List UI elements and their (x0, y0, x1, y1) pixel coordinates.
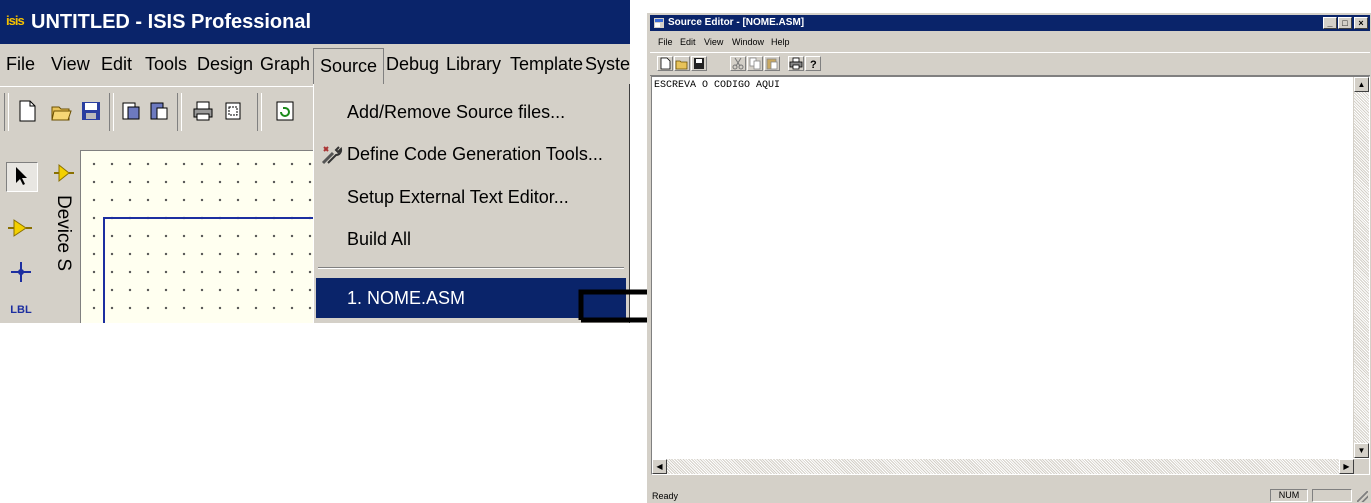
tools-icon (321, 146, 343, 165)
open-button[interactable] (674, 56, 690, 71)
menu-item-setup-external-text-editor[interactable]: Setup External Text Editor... (316, 177, 626, 217)
wire-label-button[interactable]: LBL (6, 300, 36, 323)
menu-system[interactable]: Syster (585, 44, 630, 84)
source-editor-title: Source Editor - [NOME.ASM] (668, 17, 805, 28)
help-question-icon: ? (810, 59, 817, 71)
menu-tools[interactable]: Tools (145, 44, 187, 84)
vertical-scrollbar[interactable]: ▲ ▼ (1353, 77, 1369, 458)
toolbar-grip (4, 93, 9, 131)
scroll-up-button[interactable]: ▲ (1354, 77, 1369, 92)
new-button[interactable] (657, 56, 673, 71)
menu-template[interactable]: Template (510, 44, 583, 84)
new-file-icon[interactable] (16, 99, 38, 123)
source-editor-menubar: File Edit View Window Help (650, 33, 1370, 51)
scroll-left-button[interactable]: ◀ (652, 459, 667, 474)
menu-file[interactable]: File (6, 44, 35, 84)
isis-titlebar: isis UNTITLED - ISIS Professional (0, 0, 630, 44)
editor-menu-help[interactable]: Help (771, 33, 790, 51)
horizontal-scrollbar[interactable]: ◀ ▶ (652, 459, 1354, 474)
toolbar-separator (177, 93, 182, 131)
menu-item-define-code-generation-tools[interactable]: Define Code Generation Tools... (316, 134, 626, 174)
close-button[interactable]: × (1354, 17, 1368, 29)
print-button[interactable] (788, 56, 804, 71)
save-icon (694, 58, 704, 69)
copy-button[interactable] (747, 56, 763, 71)
editor-app-icon (654, 18, 664, 28)
cut-button[interactable] (730, 56, 746, 71)
device-pick-icon[interactable] (52, 160, 76, 188)
minimize-button[interactable]: _ (1323, 17, 1337, 29)
isis-window-title: UNTITLED - ISIS Professional (31, 11, 312, 33)
editor-menu-edit[interactable]: Edit (680, 33, 696, 51)
pointer-arrow-icon (16, 167, 27, 185)
source-text-area[interactable]: ESCREVA O CODIGO AQUI ▲ ▼ ◀ ▶ (651, 76, 1370, 475)
open-folder-icon[interactable] (50, 99, 72, 123)
scissors-icon (732, 57, 744, 70)
isis-logo-icon: isis (6, 13, 25, 28)
menu-item-add-remove-source-files[interactable]: Add/Remove Source files... (316, 92, 626, 132)
selection-mode-button[interactable] (6, 162, 38, 192)
status-ready-text: Ready (652, 491, 679, 501)
component-mode-icon[interactable] (6, 214, 36, 242)
save-button[interactable] (691, 56, 707, 71)
source-editor-titlebar: Source Editor - [NOME.ASM] _ □ × (650, 15, 1370, 31)
open-folder-icon (675, 60, 688, 70)
menu-graph[interactable]: Graph (260, 44, 310, 84)
menu-debug[interactable]: Debug (386, 44, 439, 84)
junction-dot-icon[interactable] (6, 258, 36, 286)
editor-menu-file[interactable]: File (658, 33, 673, 51)
device-selector-label: Device S (53, 195, 74, 272)
svg-text:?: ? (810, 59, 817, 70)
paste-button[interactable] (764, 56, 780, 71)
new-file-icon (660, 57, 671, 70)
isis-window: isis UNTITLED - ISIS Professional File V… (0, 0, 630, 323)
sheet-border (103, 217, 345, 323)
save-icon[interactable] (80, 99, 102, 123)
scroll-right-button[interactable]: ▶ (1339, 459, 1354, 474)
editor-menu-window[interactable]: Window (732, 33, 764, 51)
editor-menu-view[interactable]: View (704, 33, 723, 51)
source-editor-window: Source Editor - [NOME.ASM] _ □ × File Ed… (647, 13, 1371, 503)
source-text-content[interactable]: ESCREVA O CODIGO AQUI (654, 80, 780, 91)
print-icon (789, 57, 803, 70)
menu-view[interactable]: View (51, 44, 90, 84)
status-bar: Ready NUM (650, 489, 1370, 503)
print-icon[interactable] (192, 99, 214, 123)
menu-library[interactable]: Library (446, 44, 501, 84)
resize-grip[interactable] (1357, 491, 1368, 502)
help-button[interactable]: ? (805, 56, 821, 71)
toolbar-separator (257, 93, 262, 131)
wire-label-text: LBL (10, 304, 32, 316)
paste-icon (766, 58, 778, 70)
num-lock-indicator: NUM (1270, 489, 1308, 502)
maximize-button[interactable]: □ (1338, 17, 1352, 29)
source-editor-toolbar: ? (650, 52, 1370, 76)
export-section-icon[interactable] (148, 99, 170, 123)
status-panel (1312, 489, 1352, 502)
isis-menubar: File View Edit Tools Design Graph Source… (0, 44, 630, 84)
set-area-icon[interactable] (222, 99, 244, 123)
scrollbar-corner (1354, 459, 1369, 474)
left-toolbox: LBL (0, 140, 50, 323)
schematic-canvas[interactable] (80, 150, 345, 323)
import-section-icon[interactable] (120, 99, 142, 123)
menu-design[interactable]: Design (197, 44, 253, 84)
refresh-icon[interactable] (274, 99, 296, 123)
scroll-down-button[interactable]: ▼ (1354, 443, 1369, 458)
toolbar-separator (109, 93, 114, 131)
menu-source[interactable]: Source (313, 48, 385, 84)
copy-icon (749, 57, 761, 70)
menu-edit[interactable]: Edit (101, 44, 132, 84)
